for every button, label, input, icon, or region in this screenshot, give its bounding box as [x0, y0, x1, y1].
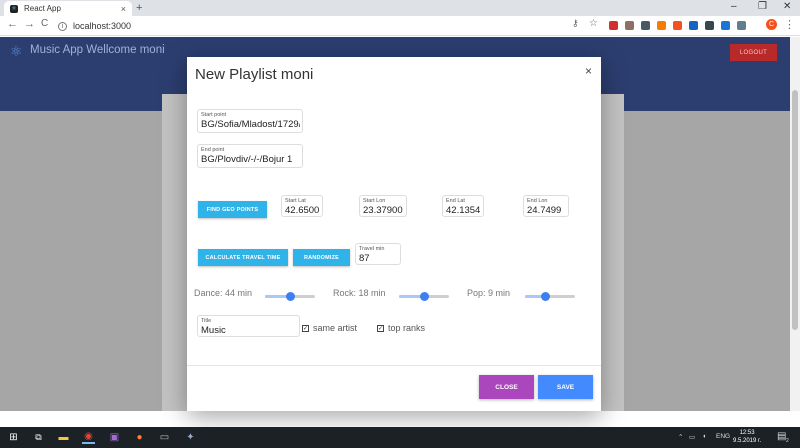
- pop-slider[interactable]: [525, 291, 575, 301]
- dialog-title: New Playlist moni: [195, 66, 314, 83]
- dialog-divider: [187, 365, 601, 366]
- scrollbar-thumb[interactable]: [792, 90, 798, 330]
- extension-icon[interactable]: [641, 21, 650, 30]
- extension-icon[interactable]: [705, 21, 714, 30]
- browser-tabstrip: ⚛ React App × + – ❐ ✕: [0, 0, 800, 16]
- rock-slider-label: Rock: 18 min: [333, 288, 386, 298]
- extension-icon[interactable]: [609, 21, 618, 30]
- volume-icon[interactable]: ◐: [703, 433, 707, 440]
- calculate-travel-time-button[interactable]: CALCULATE TRAVEL TIME: [198, 249, 288, 266]
- slider-thumb[interactable]: [541, 292, 550, 301]
- start-lat-field[interactable]: Start Lat 42.6500: [281, 195, 323, 217]
- top-ranks-checkbox[interactable]: ✓ top ranks: [377, 323, 425, 333]
- new-tab-button[interactable]: +: [136, 2, 142, 14]
- title-field[interactable]: Title Music: [197, 315, 300, 337]
- browser-tab[interactable]: ⚛ React App ×: [4, 1, 132, 16]
- chrome-icon[interactable]: ◉: [82, 431, 95, 444]
- end-lat-value: 42.1354: [446, 205, 481, 216]
- key-icon[interactable]: ⚷: [572, 18, 579, 29]
- browser-toolbar: ← → C i localhost:3000 ⚷ ☆ C ⋮: [0, 16, 800, 36]
- end-point-value: BG/Plovdiv/-/-/Bojur 1: [201, 154, 293, 165]
- extension-icon[interactable]: [657, 21, 666, 30]
- travel-min-field[interactable]: Travel min 87: [355, 243, 401, 265]
- start-lon-field[interactable]: Start Lon 23.37900: [359, 195, 407, 217]
- file-explorer-icon[interactable]: ▬: [57, 431, 70, 444]
- same-artist-checkbox[interactable]: ✓ same artist: [302, 323, 357, 333]
- checkbox-checked-icon: ✓: [377, 324, 384, 332]
- profile-avatar[interactable]: C: [766, 19, 777, 30]
- title-value: Music: [201, 325, 226, 336]
- maximize-icon[interactable]: ❐: [758, 1, 767, 12]
- task-view-icon[interactable]: ⧉: [32, 431, 45, 444]
- dance-slider-label: Dance: 44 min: [194, 288, 253, 298]
- end-lat-label: End Lat: [446, 198, 465, 204]
- close-button[interactable]: CLOSE: [479, 375, 534, 399]
- dance-slider[interactable]: [265, 291, 315, 301]
- slider-thumb[interactable]: [420, 292, 429, 301]
- start-point-value: BG/Sofia/Mladost/1729/Ann: [201, 119, 300, 130]
- extension-icon[interactable]: [689, 21, 698, 30]
- start-point-field[interactable]: Start point BG/Sofia/Mladost/1729/Ann: [197, 109, 303, 133]
- dialog-close-icon[interactable]: ×: [585, 64, 592, 78]
- app-icon[interactable]: ✦: [184, 431, 197, 444]
- extension-icon[interactable]: [737, 21, 746, 30]
- notification-count: 2: [786, 438, 789, 444]
- battery-icon: ▭: [689, 434, 696, 441]
- tab-title: React App: [24, 4, 61, 13]
- start-lon-label: Start Lon: [363, 198, 386, 204]
- windows-start-icon[interactable]: ⊞: [7, 431, 20, 444]
- site-info-icon[interactable]: i: [58, 21, 67, 31]
- end-lon-field[interactable]: End Lon 24.7499: [523, 195, 569, 217]
- reload-icon[interactable]: C: [41, 18, 48, 29]
- tab-close-icon[interactable]: ×: [121, 4, 126, 14]
- travel-min-label: Travel min: [359, 246, 385, 252]
- clock-date: 9.5.2019 г.: [733, 438, 762, 444]
- end-lat-field[interactable]: End Lat 42.1354: [442, 195, 484, 217]
- find-geo-points-button[interactable]: FIND GEO POINTS: [198, 201, 267, 218]
- postman-icon[interactable]: ●: [133, 431, 146, 444]
- pop-slider-label: Pop: 9 min: [467, 288, 511, 298]
- app-title: Music App Wellcome moni: [30, 44, 165, 56]
- logout-button[interactable]: LOGOUT: [730, 44, 777, 61]
- windows-taskbar: ⊞ ⧉ ▬ ◉ ▣ ● ▭ ✦ ⌃ ▭ ◐ ENG 12:53 9.5.2019…: [0, 427, 800, 448]
- minimize-icon[interactable]: –: [731, 1, 737, 12]
- new-playlist-dialog: New Playlist moni × Start point BG/Sofia…: [187, 57, 601, 411]
- start-point-label: Start point: [201, 112, 227, 118]
- checkbox-checked-icon: ✓: [302, 324, 309, 332]
- back-icon[interactable]: ←: [7, 18, 18, 30]
- forward-icon[interactable]: →: [24, 18, 35, 30]
- extension-icon[interactable]: [721, 21, 730, 30]
- terminal-icon[interactable]: ▭: [158, 431, 171, 444]
- react-favicon-icon: ⚛: [10, 4, 18, 13]
- randomize-button[interactable]: RANDOMIZE: [293, 249, 350, 266]
- clock-time: 12:53: [739, 430, 755, 436]
- start-lon-value: 23.37900: [363, 205, 403, 216]
- bookmark-star-icon[interactable]: ☆: [589, 18, 598, 29]
- travel-min-value: 87: [359, 253, 370, 264]
- ide-icon[interactable]: ▣: [108, 431, 121, 444]
- taskbar-clock[interactable]: 12:53 9.5.2019 г.: [733, 429, 761, 445]
- slider-thumb[interactable]: [286, 292, 295, 301]
- same-artist-label: same artist: [313, 323, 358, 333]
- tray-chevron-icon[interactable]: ⌃: [678, 433, 683, 441]
- start-lat-value: 42.6500: [285, 205, 320, 216]
- url-text: localhost:3000: [73, 21, 132, 31]
- language-indicator[interactable]: ENG: [716, 433, 730, 440]
- extension-icon[interactable]: [673, 21, 682, 30]
- title-label: Title: [201, 318, 212, 324]
- address-bar[interactable]: i localhost:3000: [58, 19, 598, 33]
- save-button[interactable]: SAVE: [538, 375, 593, 399]
- rock-slider[interactable]: [399, 291, 449, 301]
- end-point-field[interactable]: End point BG/Plovdiv/-/-/Bojur 1: [197, 144, 303, 168]
- top-ranks-label: top ranks: [388, 323, 426, 333]
- window-close-icon[interactable]: ✕: [783, 1, 791, 12]
- end-lon-value: 24.7499: [527, 205, 562, 216]
- browser-menu-icon[interactable]: ⋮: [784, 18, 795, 31]
- react-logo-icon: ⚛: [10, 43, 23, 59]
- end-point-label: End point: [201, 147, 225, 153]
- extension-icon[interactable]: [625, 21, 634, 30]
- start-lat-label: Start Lat: [285, 198, 306, 204]
- end-lon-label: End Lon: [527, 198, 548, 204]
